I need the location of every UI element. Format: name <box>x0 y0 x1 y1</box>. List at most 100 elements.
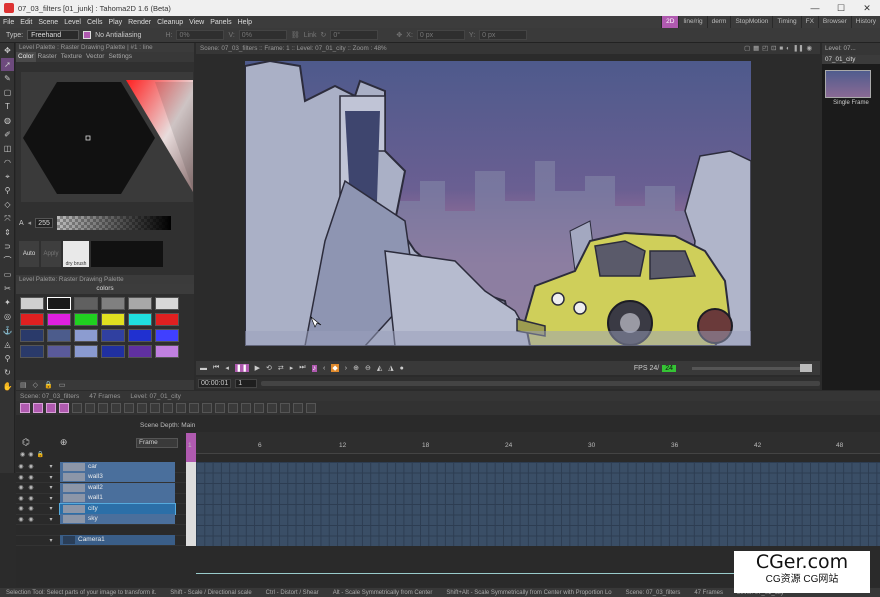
iron-tool-icon[interactable]: ▭ <box>1 268 14 281</box>
flip-icon[interactable]: ◭ <box>377 364 382 372</box>
y-position-field[interactable]: 0 px <box>479 30 528 40</box>
drawing-canvas[interactable] <box>245 61 751 346</box>
pump-tool-icon[interactable]: ⇕ <box>1 226 14 239</box>
loop-icon[interactable]: ⟲ <box>266 364 272 372</box>
ping-pong-icon[interactable]: ⇄ <box>278 364 284 372</box>
v-scale-field[interactable]: 0% <box>238 30 287 40</box>
palette-chip[interactable] <box>74 297 98 310</box>
rotate-ccw-button[interactable] <box>189 403 199 413</box>
expand-icon[interactable]: ▾ <box>46 516 56 523</box>
palette-chip[interactable] <box>101 313 125 326</box>
swing-button[interactable] <box>215 403 225 413</box>
palette-chip[interactable] <box>74 313 98 326</box>
close-button[interactable]: ✕ <box>854 3 880 14</box>
expand-icon[interactable]: ▾ <box>46 537 56 544</box>
reframe-button[interactable] <box>111 403 121 413</box>
expand-icon[interactable]: ▾ <box>46 495 56 502</box>
zoom-out-icon[interactable]: ⊖ <box>365 364 371 372</box>
expand-icon[interactable]: ▾ <box>46 463 56 470</box>
camstand-icon[interactable]: ◉ <box>26 495 36 502</box>
prev-key-icon[interactable]: ‹ <box>323 365 325 372</box>
layer-name[interactable]: wall2 <box>60 482 175 493</box>
animate-tool-icon[interactable]: ✥ <box>1 44 14 57</box>
view-mode-icon[interactable]: ▤ <box>20 381 27 389</box>
random-button[interactable] <box>228 403 238 413</box>
tab-vector[interactable]: Vector <box>84 52 106 62</box>
hide-bar-icon[interactable]: ▬ <box>200 365 207 372</box>
palette-chip[interactable] <box>47 297 71 310</box>
fill-tool-icon[interactable]: ◍ <box>1 114 14 127</box>
alpha-slider[interactable] <box>57 216 172 230</box>
menu-panels[interactable]: Panels <box>207 19 234 26</box>
hook-tool-icon[interactable]: ⚓ <box>1 324 14 337</box>
new-vector-level-button[interactable] <box>20 403 30 413</box>
brush-tool-icon[interactable]: ✎ <box>1 72 14 85</box>
palette-chip[interactable] <box>155 297 179 310</box>
palette-chip[interactable] <box>128 345 152 358</box>
fps-slider[interactable] <box>692 363 812 372</box>
palette-chip[interactable] <box>47 345 71 358</box>
palette-chip[interactable] <box>20 329 44 342</box>
play-icon[interactable]: ▶ <box>255 364 260 372</box>
layer-row-wall3[interactable]: ◉ ◉ ▾ wall3 <box>16 472 186 483</box>
menu-scene[interactable]: Scene <box>35 19 61 26</box>
rotate-cells-button[interactable] <box>176 403 186 413</box>
no-antialiasing-checkbox[interactable] <box>83 31 92 39</box>
step-button[interactable] <box>254 403 264 413</box>
auto-button[interactable]: Auto <box>19 241 39 267</box>
new-toonz-raster-level-button[interactable] <box>33 403 43 413</box>
repeat-button[interactable] <box>163 403 173 413</box>
safe-area-icon[interactable]: ⊡ <box>771 45 776 52</box>
palette-chip[interactable] <box>155 313 179 326</box>
menu-file[interactable]: File <box>0 19 17 26</box>
last-frame-icon[interactable]: ⏭ <box>299 364 305 372</box>
rotate-tool-icon[interactable]: ↻ <box>1 366 14 379</box>
zoom-tool-icon[interactable]: ⚲ <box>1 352 14 365</box>
eraser-tool-icon[interactable]: ◫ <box>1 142 14 155</box>
cutter-tool-icon[interactable]: ✂ <box>1 282 14 295</box>
remove-button[interactable] <box>137 403 147 413</box>
camstand-icon[interactable]: ◉ <box>26 505 36 512</box>
tape-tool-icon[interactable]: ◠ <box>1 156 14 169</box>
rgb-picker-icon[interactable]: ⚲ <box>1 184 14 197</box>
increment-button[interactable] <box>241 403 251 413</box>
plastic-tool-icon[interactable]: ◬ <box>1 338 14 351</box>
expand-icon[interactable]: ▾ <box>46 484 56 491</box>
new-sound-button[interactable] <box>72 403 82 413</box>
frame-ruler[interactable]: 1 6 12 18 24 30 36 42 48 <box>188 432 880 454</box>
camstand-visible-icon[interactable]: ◉ <box>28 451 33 458</box>
expand-icon[interactable]: ▾ <box>46 474 56 481</box>
camera-stand-button[interactable] <box>85 403 95 413</box>
layer-name[interactable]: city <box>59 502 176 515</box>
palette-save-icon[interactable]: ▭ <box>59 381 66 389</box>
frame-1-cells[interactable] <box>186 462 196 546</box>
palette-chip[interactable] <box>155 329 179 342</box>
palette-chip[interactable] <box>101 345 125 358</box>
fps-slider-handle[interactable] <box>800 363 812 372</box>
cell-area[interactable] <box>196 462 880 546</box>
color-wheel[interactable] <box>21 72 193 202</box>
layer-row-wall2[interactable]: ◉ ◉ ▾ wall2 <box>16 482 186 494</box>
lock-toggle-icon[interactable]: 🔒 <box>37 451 44 458</box>
palette-chip[interactable] <box>20 297 44 310</box>
zoom-in-icon[interactable]: ⊕ <box>353 364 359 372</box>
type-select[interactable]: Freehand <box>27 30 80 40</box>
menu-help[interactable]: Help <box>235 19 255 26</box>
palette-chip[interactable] <box>128 329 152 342</box>
link-icon[interactable]: ⛓ <box>291 31 300 39</box>
menu-level[interactable]: Level <box>61 19 84 26</box>
palette-chip[interactable] <box>128 313 152 326</box>
control-point-tool-icon[interactable]: ◇ <box>1 198 14 211</box>
eye-icon[interactable]: ◉ <box>16 495 26 502</box>
preview-visible-icon[interactable]: ◉ <box>20 451 25 458</box>
first-frame-icon[interactable]: ⏮ <box>213 364 219 372</box>
alpha-field[interactable]: 255 <box>35 218 54 228</box>
camera-row[interactable]: ▾ Camera1 <box>16 535 186 546</box>
frame-scrubber[interactable] <box>261 380 820 386</box>
lock-icon[interactable]: 🔒 <box>44 381 53 389</box>
palette-chip[interactable] <box>20 313 44 326</box>
timeline-options-button[interactable] <box>306 403 316 413</box>
magnet-tool-icon[interactable]: ⊃ <box>1 240 14 253</box>
palette-chip[interactable] <box>47 329 71 342</box>
rotation-field[interactable]: 0° <box>330 30 379 40</box>
